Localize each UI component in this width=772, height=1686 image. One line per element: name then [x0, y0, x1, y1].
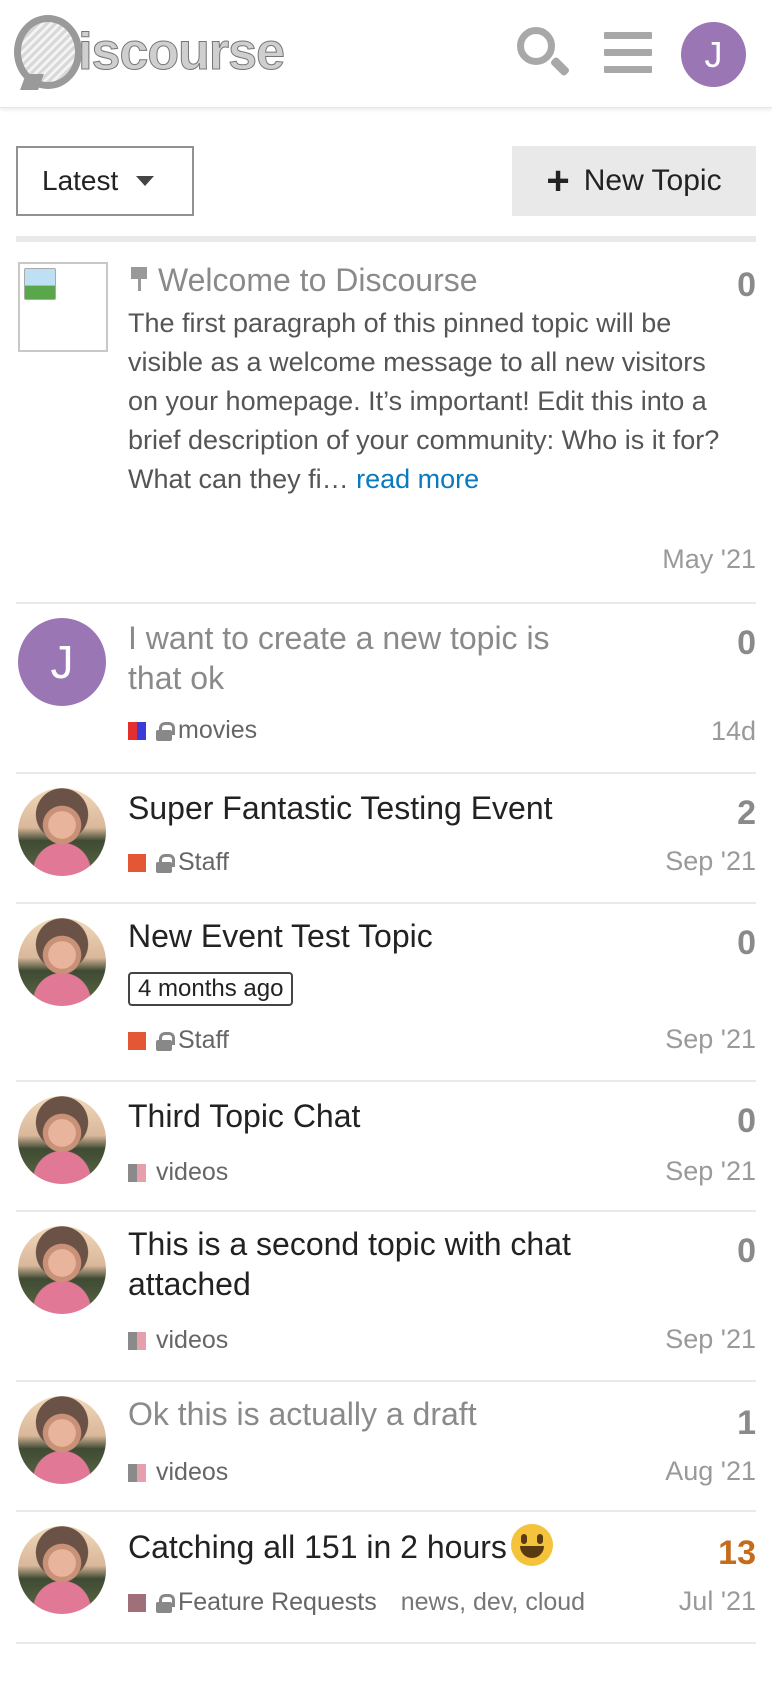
avatar[interactable]: J	[18, 618, 106, 706]
avatar[interactable]	[18, 1396, 106, 1484]
reply-count[interactable]: 0	[737, 1232, 756, 1271]
lock-icon	[156, 1031, 175, 1051]
activity-age[interactable]: 14d	[711, 716, 756, 747]
category-swatch	[128, 853, 146, 872]
new-topic-button[interactable]: + New Topic	[512, 146, 756, 216]
activity-age[interactable]: May '21	[662, 544, 756, 575]
discourse-logo[interactable]: iscourse	[14, 14, 286, 90]
broken-image-icon	[24, 268, 56, 300]
topic-row[interactable]: Ok this is actually a draft 1 videos Aug…	[16, 1382, 756, 1512]
reply-count[interactable]: 0	[737, 624, 756, 663]
logo-text: iscourse	[78, 23, 286, 82]
category-swatch	[128, 721, 146, 740]
hamburger-menu-icon[interactable]	[604, 32, 652, 74]
category-badge[interactable]: videos	[128, 1158, 228, 1187]
category-swatch	[128, 1331, 146, 1350]
topic-title[interactable]: This is a second topic with chat attache…	[128, 1224, 628, 1304]
user-avatar[interactable]: J	[681, 22, 746, 87]
latest-filter-dropdown[interactable]: Latest	[16, 146, 194, 216]
category-badge[interactable]: Feature Requests news, dev, cloud	[128, 1588, 585, 1617]
category-badge[interactable]: Staff	[128, 1026, 229, 1055]
topic-row[interactable]: Super Fantastic Testing Event 2 Staff Se…	[16, 774, 756, 904]
activity-age[interactable]: Sep '21	[665, 1156, 756, 1187]
topic-row[interactable]: Third Topic Chat 0 videos Sep '21	[16, 1082, 756, 1212]
topic-title[interactable]: I want to create a new topic is that ok	[128, 618, 598, 698]
event-date-badge: 4 months ago	[128, 972, 294, 1006]
latest-filter-label: Latest	[42, 165, 119, 196]
read-more-link[interactable]: read more	[356, 464, 479, 494]
topic-title[interactable]: Catching all 151 in 2 hours	[128, 1524, 688, 1567]
category-swatch	[128, 1031, 146, 1050]
topic-row[interactable]: This is a second topic with chat attache…	[16, 1212, 756, 1382]
topic-title[interactable]: Super Fantastic Testing Event	[128, 788, 688, 828]
activity-age[interactable]: Aug '21	[665, 1456, 756, 1487]
topic-row[interactable]: Welcome to Discourse The first paragraph…	[16, 242, 756, 604]
reply-count[interactable]: 0	[737, 1102, 756, 1141]
topic-row[interactable]: J I want to create a new topic is that o…	[16, 604, 756, 774]
topic-navigation: Latest + New Topic	[16, 146, 756, 216]
plus-icon: +	[546, 159, 570, 203]
topic-row[interactable]: Catching all 151 in 2 hours 13 Feature R…	[16, 1512, 756, 1644]
topic-list: Welcome to Discourse The first paragraph…	[16, 236, 756, 1644]
category-swatch	[128, 1593, 146, 1612]
search-icon[interactable]	[514, 24, 571, 80]
avatar[interactable]	[18, 918, 106, 1006]
avatar[interactable]	[18, 788, 106, 876]
reply-count[interactable]: 2	[737, 794, 756, 833]
reply-count[interactable]: 1	[737, 1404, 756, 1443]
activity-age[interactable]: Sep '21	[665, 1024, 756, 1055]
lock-icon	[156, 721, 175, 741]
logo-bubble-icon	[14, 15, 83, 89]
topic-title[interactable]: Welcome to Discourse	[128, 260, 688, 300]
lock-icon	[156, 853, 175, 873]
avatar[interactable]	[18, 1226, 106, 1314]
caret-down-icon	[136, 176, 155, 186]
activity-age[interactable]: Sep '21	[665, 846, 756, 877]
pin-icon	[128, 265, 150, 293]
reply-count[interactable]: 0	[737, 266, 756, 305]
topic-title[interactable]: Third Topic Chat	[128, 1096, 688, 1136]
avatar[interactable]	[18, 1096, 106, 1184]
grinning-face-icon	[510, 1524, 553, 1566]
topic-row[interactable]: New Event Test Topic 4 months ago 0 Staf…	[16, 904, 756, 1082]
category-swatch	[128, 1163, 146, 1182]
new-topic-label: New Topic	[583, 164, 722, 197]
reply-count[interactable]: 13	[718, 1534, 756, 1573]
category-badge[interactable]: movies	[128, 716, 257, 745]
activity-age[interactable]: Sep '21	[665, 1324, 756, 1355]
topic-title[interactable]: New Event Test Topic	[128, 916, 688, 956]
broken-image-avatar[interactable]	[18, 262, 108, 352]
site-header: iscourse J	[0, 0, 772, 108]
lock-icon	[156, 1593, 175, 1613]
reply-count[interactable]: 0	[737, 924, 756, 963]
topic-tags[interactable]: news, dev, cloud	[401, 1588, 585, 1617]
avatar[interactable]	[18, 1526, 106, 1614]
category-badge[interactable]: Staff	[128, 848, 229, 877]
topic-title[interactable]: Ok this is actually a draft	[128, 1394, 688, 1434]
category-badge[interactable]: videos	[128, 1326, 228, 1355]
category-badge[interactable]: videos	[128, 1458, 228, 1487]
category-swatch	[128, 1463, 146, 1482]
topic-excerpt: The first paragraph of this pinned topic…	[128, 308, 720, 494]
activity-age[interactable]: Jul '21	[679, 1586, 756, 1617]
